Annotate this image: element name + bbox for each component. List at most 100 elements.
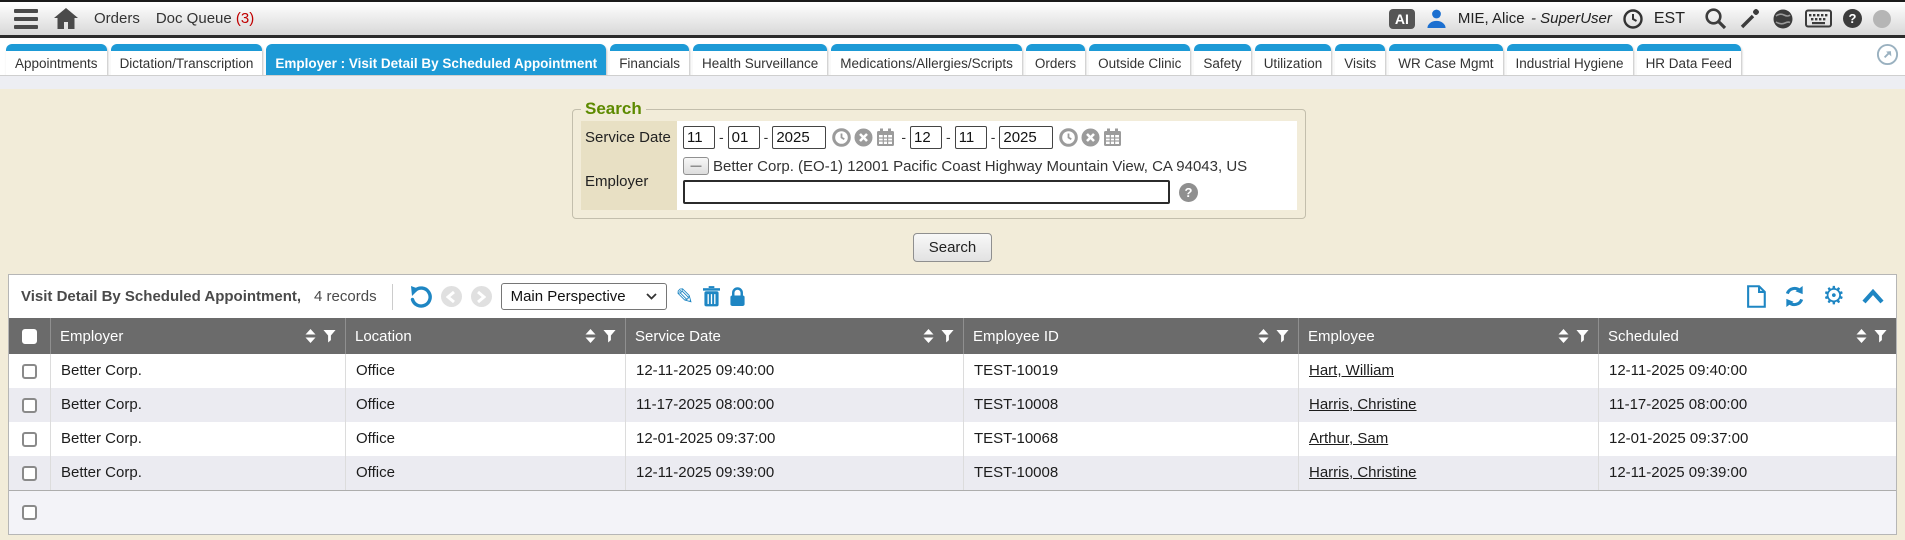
tab-medications-allergies-scripts[interactable]: Medications/Allergies/Scripts bbox=[831, 44, 1022, 75]
date-from-year-input[interactable] bbox=[772, 126, 826, 149]
lock-perspective-icon[interactable] bbox=[729, 286, 746, 307]
date-to-year-input[interactable] bbox=[999, 126, 1053, 149]
keyboard-icon[interactable] bbox=[1805, 9, 1832, 28]
page-content: Search Service Date - - - - bbox=[0, 89, 1905, 540]
clear-date-icon[interactable] bbox=[1081, 128, 1100, 147]
service-date-label: Service Date bbox=[581, 121, 677, 153]
employer-search-input[interactable] bbox=[683, 180, 1170, 204]
previous-page-icon[interactable] bbox=[441, 286, 462, 307]
ai-badge[interactable]: AI bbox=[1389, 9, 1415, 29]
employee-link[interactable]: Harris, Christine bbox=[1309, 464, 1417, 481]
filter-icon[interactable] bbox=[603, 329, 616, 343]
sort-icon[interactable] bbox=[585, 329, 596, 343]
tab-orders[interactable]: Orders bbox=[1026, 44, 1085, 75]
column-header-employee-id[interactable]: Employee ID bbox=[964, 318, 1299, 354]
table-row[interactable]: Better Corp. Office 12-11-2025 09:39:00 … bbox=[9, 456, 1896, 490]
search-icon[interactable] bbox=[1704, 7, 1727, 30]
table-row[interactable]: Better Corp. Office 12-11-2025 09:40:00 … bbox=[9, 354, 1896, 388]
tab-financials[interactable]: Financials bbox=[610, 44, 689, 75]
row-checkbox[interactable] bbox=[22, 364, 37, 379]
tab-safety[interactable]: Safety bbox=[1194, 44, 1250, 75]
tab-overflow-icon[interactable] bbox=[1876, 43, 1899, 71]
calendar-icon[interactable] bbox=[1103, 128, 1122, 147]
help-icon[interactable]: ? bbox=[1843, 9, 1862, 28]
employer-help-icon[interactable]: ? bbox=[1179, 183, 1198, 202]
column-header-employer[interactable]: Employer bbox=[51, 318, 346, 354]
date-range-separator: - bbox=[901, 129, 906, 145]
clock-icon[interactable] bbox=[1623, 9, 1643, 29]
undo-icon[interactable] bbox=[408, 285, 432, 309]
filter-icon[interactable] bbox=[1576, 329, 1589, 343]
tab-employer-visit-detail[interactable]: Employer : Visit Detail By Scheduled App… bbox=[266, 44, 606, 75]
tab-utilization[interactable]: Utilization bbox=[1255, 44, 1332, 75]
tab-industrial-hygiene[interactable]: Industrial Hygiene bbox=[1507, 44, 1633, 75]
column-header-service-date[interactable]: Service Date bbox=[626, 318, 964, 354]
date-to-day-input[interactable] bbox=[955, 126, 987, 149]
cell-service-date: 12-11-2025 09:39:00 bbox=[626, 456, 964, 490]
user-menu[interactable]: MIE, Alice - SuperUser bbox=[1458, 10, 1612, 28]
clear-date-icon[interactable] bbox=[854, 128, 873, 147]
tab-label: Financials bbox=[619, 56, 680, 71]
select-all-checkbox[interactable] bbox=[22, 329, 37, 344]
date-to-month-input[interactable] bbox=[910, 126, 942, 149]
filter-icon[interactable] bbox=[323, 329, 336, 343]
search-button[interactable]: Search bbox=[913, 233, 993, 262]
doc-queue-label: Doc Queue bbox=[156, 10, 232, 27]
employee-link[interactable]: Hart, William bbox=[1309, 362, 1394, 379]
row-checkbox[interactable] bbox=[22, 398, 37, 413]
new-document-icon[interactable] bbox=[1747, 285, 1766, 308]
perspective-select[interactable]: Main Perspective bbox=[501, 283, 667, 310]
tab-health-surveillance[interactable]: Health Surveillance bbox=[693, 44, 827, 75]
top-navigation-bar: Orders Doc Queue (3) AI MIE, Alice - Sup… bbox=[0, 0, 1905, 38]
cell-location: Office bbox=[346, 388, 626, 422]
tab-dictation-transcription[interactable]: Dictation/Transcription bbox=[111, 44, 263, 75]
tab-label: Safety bbox=[1203, 56, 1241, 71]
cell-scheduled: 12-01-2025 09:37:00 bbox=[1599, 422, 1896, 456]
hamburger-menu-icon[interactable] bbox=[14, 9, 38, 29]
filter-icon[interactable] bbox=[1276, 329, 1289, 343]
filter-icon[interactable] bbox=[941, 329, 954, 343]
table-row[interactable]: Better Corp. Office 11-17-2025 08:00:00 … bbox=[9, 388, 1896, 422]
employee-link[interactable]: Arthur, Sam bbox=[1309, 430, 1388, 447]
table-row[interactable]: Better Corp. Office 12-01-2025 09:37:00 … bbox=[9, 422, 1896, 456]
sort-icon[interactable] bbox=[1856, 329, 1867, 343]
collapse-panel-icon[interactable] bbox=[1862, 289, 1884, 304]
tab-outside-clinic[interactable]: Outside Clinic bbox=[1089, 44, 1190, 75]
collapse-employer-button[interactable]: — bbox=[683, 157, 709, 175]
sort-icon[interactable] bbox=[305, 329, 316, 343]
date-from-day-input[interactable] bbox=[728, 126, 760, 149]
column-header-employee[interactable]: Employee bbox=[1299, 318, 1599, 354]
doc-queue-link[interactable]: Doc Queue (3) bbox=[156, 10, 254, 27]
column-label: Scheduled bbox=[1608, 328, 1679, 345]
tab-wr-case-mgmt[interactable]: WR Case Mgmt bbox=[1389, 44, 1502, 75]
tab-appointments[interactable]: Appointments bbox=[6, 44, 107, 75]
tab-visits[interactable]: Visits bbox=[1335, 44, 1385, 75]
tab-hr-data-feed[interactable]: HR Data Feed bbox=[1637, 44, 1741, 75]
sort-icon[interactable] bbox=[923, 329, 934, 343]
tab-label: Orders bbox=[1035, 56, 1076, 71]
column-header-location[interactable]: Location bbox=[346, 318, 626, 354]
user-icon[interactable] bbox=[1426, 8, 1447, 29]
wand-icon[interactable] bbox=[1738, 7, 1761, 30]
delete-perspective-icon[interactable] bbox=[703, 286, 720, 307]
calendar-icon[interactable] bbox=[876, 128, 895, 147]
refresh-icon[interactable] bbox=[1783, 285, 1806, 308]
globe-icon[interactable] bbox=[1772, 8, 1794, 30]
sort-icon[interactable] bbox=[1558, 329, 1569, 343]
row-checkbox[interactable] bbox=[22, 466, 37, 481]
employee-link[interactable]: Harris, Christine bbox=[1309, 396, 1417, 413]
footer-checkbox[interactable] bbox=[22, 505, 37, 520]
row-checkbox[interactable] bbox=[22, 432, 37, 447]
time-picker-icon[interactable] bbox=[832, 128, 851, 147]
column-header-scheduled[interactable]: Scheduled bbox=[1599, 318, 1896, 354]
home-icon[interactable] bbox=[54, 8, 78, 29]
sort-icon[interactable] bbox=[1258, 329, 1269, 343]
date-from-month-input[interactable] bbox=[683, 126, 715, 149]
status-indicator-icon[interactable] bbox=[1873, 10, 1891, 28]
next-page-icon[interactable] bbox=[471, 286, 492, 307]
filter-icon[interactable] bbox=[1874, 329, 1887, 343]
settings-gear-icon[interactable]: ⚙ bbox=[1823, 284, 1845, 309]
time-picker-icon[interactable] bbox=[1059, 128, 1078, 147]
orders-link[interactable]: Orders bbox=[94, 10, 140, 27]
edit-perspective-icon[interactable]: ✎ bbox=[676, 286, 694, 308]
